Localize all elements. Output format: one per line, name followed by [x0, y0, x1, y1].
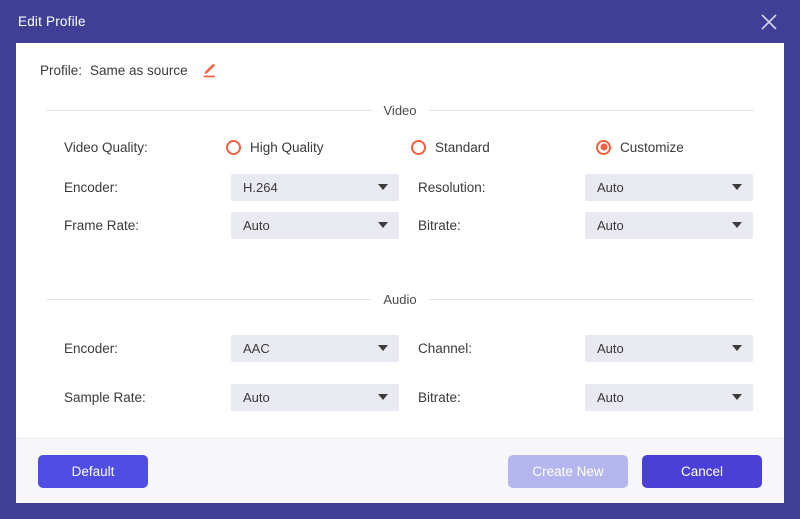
field-audio-sample-rate: Sample Rate: Auto [46, 383, 400, 411]
close-icon[interactable] [754, 7, 784, 37]
audio-section-divider: Audio [38, 292, 762, 307]
audio-row-samplerate-bitrate: Sample Rate: Auto Bitrate: Auto [46, 378, 754, 416]
divider-rule-right [428, 299, 754, 300]
video-frame-rate-select[interactable]: Auto [231, 211, 399, 239]
chevron-down-icon [732, 345, 742, 351]
radio-dot-icon [596, 139, 611, 155]
video-resolution-value: Auto [597, 179, 624, 195]
divider-rule-left [46, 110, 372, 111]
video-quality-row: Video Quality: High Quality Standard Cus… [46, 126, 754, 168]
audio-encoder-select[interactable]: AAC [231, 334, 399, 362]
audio-channel-value: Auto [597, 340, 624, 356]
field-video-encoder: Encoder: H.264 [46, 173, 400, 201]
chevron-down-icon [732, 222, 742, 228]
edit-profile-dialog: Edit Profile Profile: Same as source Vid… [0, 0, 800, 519]
video-encoder-label: Encoder: [64, 179, 119, 195]
video-resolution-label: Resolution: [418, 179, 486, 195]
radio-customize[interactable]: Customize [596, 139, 684, 155]
video-encoder-value: H.264 [243, 179, 278, 195]
footer-actions: Create New Cancel [508, 454, 762, 488]
title-bar: Edit Profile [0, 0, 800, 43]
audio-channel-select[interactable]: Auto [585, 334, 753, 362]
chevron-down-icon [378, 394, 388, 400]
audio-form: Encoder: AAC Channel: Auto Sample Rate: … [38, 329, 762, 416]
window-title: Edit Profile [18, 14, 86, 29]
radio-high-quality[interactable]: High Quality [226, 139, 411, 155]
field-audio-bitrate: Bitrate: Auto [400, 383, 754, 411]
audio-row-encoder-channel: Encoder: AAC Channel: Auto [46, 329, 754, 367]
audio-bitrate-select[interactable]: Auto [585, 383, 753, 411]
radio-dot-icon [411, 139, 426, 155]
create-new-button[interactable]: Create New [508, 454, 628, 488]
video-bitrate-select[interactable]: Auto [585, 211, 753, 239]
video-form: Video Quality: High Quality Standard Cus… [38, 126, 762, 244]
audio-section-title: Audio [383, 292, 417, 307]
radio-standard[interactable]: Standard [411, 139, 596, 155]
radio-dot-icon [226, 139, 241, 155]
audio-bitrate-label: Bitrate: [418, 389, 461, 405]
dialog-content: Profile: Same as source Video Video Qual… [16, 43, 784, 438]
video-frame-rate-label: Frame Rate: [64, 217, 140, 233]
video-quality-radio-group: High Quality Standard Customize [226, 139, 684, 155]
video-resolution-select[interactable]: Auto [585, 173, 753, 201]
chevron-down-icon [378, 184, 388, 190]
video-row-framerate-bitrate: Frame Rate: Auto Bitrate: Auto [46, 206, 754, 244]
profile-value: Same as source [90, 62, 188, 78]
field-video-frame-rate: Frame Rate: Auto [46, 211, 400, 239]
audio-sample-rate-value: Auto [243, 389, 270, 405]
cancel-button[interactable]: Cancel [642, 454, 762, 488]
pencil-edit-icon[interactable] [200, 61, 218, 79]
audio-bitrate-value: Auto [597, 389, 624, 405]
audio-sample-rate-label: Sample Rate: [64, 389, 146, 405]
radio-label: High Quality [250, 139, 324, 155]
audio-encoder-value: AAC [243, 340, 270, 356]
chevron-down-icon [732, 184, 742, 190]
divider-rule-left [46, 299, 372, 300]
audio-encoder-label: Encoder: [64, 340, 119, 356]
field-video-bitrate: Bitrate: Auto [400, 211, 754, 239]
field-video-resolution: Resolution: Auto [400, 173, 754, 201]
dialog-footer: Default Create New Cancel [16, 438, 784, 503]
panel-frame: Profile: Same as source Video Video Qual… [0, 43, 800, 519]
divider-rule-right [428, 110, 755, 111]
chevron-down-icon [732, 394, 742, 400]
audio-channel-label: Channel: [418, 340, 473, 356]
field-audio-channel: Channel: Auto [400, 334, 754, 362]
radio-label: Standard [435, 139, 490, 155]
chevron-down-icon [378, 222, 388, 228]
video-bitrate-value: Auto [597, 217, 624, 233]
audio-sample-rate-select[interactable]: Auto [231, 383, 399, 411]
video-encoder-select[interactable]: H.264 [231, 173, 399, 201]
video-quality-label: Video Quality: [64, 139, 148, 155]
video-frame-rate-value: Auto [243, 217, 270, 233]
default-button[interactable]: Default [38, 454, 148, 488]
profile-row: Profile: Same as source [38, 43, 762, 97]
radio-label: Customize [620, 139, 684, 155]
video-section-title: Video [383, 103, 417, 118]
field-audio-encoder: Encoder: AAC [46, 334, 400, 362]
chevron-down-icon [378, 345, 388, 351]
dialog-panel: Profile: Same as source Video Video Qual… [16, 43, 784, 503]
video-section-divider: Video [38, 103, 762, 118]
video-bitrate-label: Bitrate: [418, 217, 461, 233]
video-row-encoder-resolution: Encoder: H.264 Resolution: Auto [46, 168, 754, 206]
profile-label: Profile: [40, 62, 83, 78]
